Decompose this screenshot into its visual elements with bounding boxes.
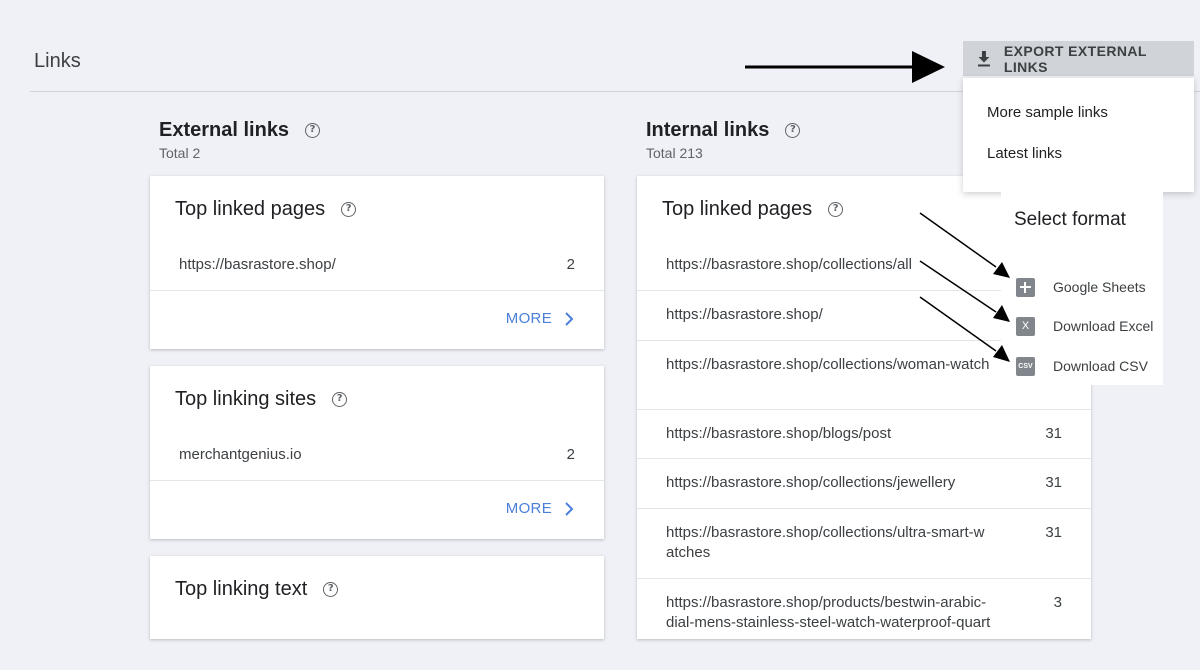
- table-row[interactable]: merchantgenius.io 2: [150, 431, 604, 481]
- row-count: 3: [1053, 594, 1062, 611]
- google-sheets-label: Google Sheets: [1053, 279, 1146, 295]
- internal-links-header: Internal links ? Total 213: [646, 119, 801, 161]
- row-url: https://basrastore.shop/collections/woma…: [666, 356, 990, 373]
- card-title: Top linking text: [175, 578, 308, 600]
- external-links-total: Total 2: [159, 145, 201, 161]
- download-icon: [977, 50, 990, 66]
- menu-item-more-sample-links[interactable]: More sample links: [963, 92, 1194, 133]
- external-top-linking-sites-card: Top linking sites ? merchantgenius.io 2 …: [150, 366, 604, 539]
- download-csv-label: Download CSV: [1053, 358, 1148, 374]
- row-url: https://basrastore.shop/: [666, 306, 823, 323]
- row-count: 31: [1045, 474, 1062, 491]
- table-row[interactable]: https://basrastore.shop/ 2: [150, 241, 604, 291]
- external-links-header: External links ? Total 2: [159, 119, 321, 161]
- row-url: https://basrastore.shop/products/bestwin…: [666, 594, 991, 639]
- help-icon[interactable]: ?: [785, 123, 801, 138]
- help-icon[interactable]: ?: [323, 582, 339, 597]
- help-icon[interactable]: ?: [305, 123, 321, 138]
- more-label: MORE: [505, 310, 552, 327]
- export-external-links-button[interactable]: EXPORT EXTERNAL LINKS: [963, 41, 1194, 76]
- select-format-panel: Select format Google Sheets X Download E…: [1001, 192, 1163, 385]
- google-sheets-option[interactable]: Google Sheets: [1016, 275, 1146, 299]
- row-url: https://basrastore.shop/: [179, 256, 336, 273]
- card-title: Top linking sites: [175, 388, 317, 410]
- page-title: Links: [34, 50, 81, 72]
- chevron-right-icon: [565, 311, 574, 326]
- row-url: merchantgenius.io: [179, 446, 302, 463]
- download-excel-label: Download Excel: [1053, 318, 1154, 334]
- card-title: Top linked pages: [175, 198, 326, 220]
- table-row[interactable]: https://basrastore.shop/collections/jewe…: [637, 459, 1091, 509]
- table-row[interactable]: https://basrastore.shop/blogs/post 31: [637, 410, 1091, 459]
- help-icon[interactable]: ?: [332, 392, 348, 407]
- external-links-title: External links: [159, 119, 290, 141]
- card-title: Top linked pages: [662, 198, 813, 220]
- row-count: 2: [566, 446, 575, 463]
- more-button[interactable]: MORE: [506, 500, 574, 517]
- csv-icon: CSV: [1016, 356, 1035, 376]
- row-url: https://basrastore.shop/collections/ultr…: [666, 524, 985, 561]
- download-excel-option[interactable]: X Download Excel: [1016, 314, 1153, 338]
- internal-links-total: Total 213: [646, 145, 703, 161]
- row-url: https://basrastore.shop/collections/jewe…: [666, 474, 956, 491]
- format-panel-title: Select format: [1014, 209, 1126, 230]
- chevron-right-icon: [565, 501, 574, 516]
- external-top-linked-pages-card: Top linked pages ? https://basrastore.sh…: [150, 176, 604, 349]
- row-count: 31: [1045, 524, 1062, 541]
- arrow-head: [912, 51, 945, 83]
- external-top-linking-text-card: Top linking text ?: [150, 556, 604, 639]
- internal-links-title: Internal links: [646, 119, 770, 141]
- help-icon[interactable]: ?: [828, 202, 844, 217]
- menu-item-latest-links[interactable]: Latest links: [963, 133, 1194, 174]
- table-row[interactable]: https://basrastore.shop/products/bestwin…: [637, 579, 1091, 639]
- more-label: MORE: [505, 500, 552, 517]
- row-url: https://basrastore.shop/blogs/post: [666, 425, 892, 442]
- excel-icon: X: [1016, 316, 1035, 336]
- export-menu: More sample links Latest links: [963, 78, 1194, 192]
- help-icon[interactable]: ?: [341, 202, 357, 217]
- row-url: https://basrastore.shop/collections/all: [666, 256, 912, 273]
- more-button[interactable]: MORE: [506, 310, 574, 327]
- row-count: 31: [1045, 425, 1062, 442]
- links-page: Links EXPORT EXTERNAL LINKS More sample …: [0, 0, 1200, 670]
- export-button-label: EXPORT EXTERNAL LINKS: [1003, 42, 1147, 75]
- sheets-icon: [1016, 277, 1035, 297]
- row-count: 2: [566, 256, 575, 273]
- download-csv-option[interactable]: CSV Download CSV: [1016, 354, 1148, 378]
- table-row[interactable]: https://basrastore.shop/collections/ultr…: [637, 509, 1091, 579]
